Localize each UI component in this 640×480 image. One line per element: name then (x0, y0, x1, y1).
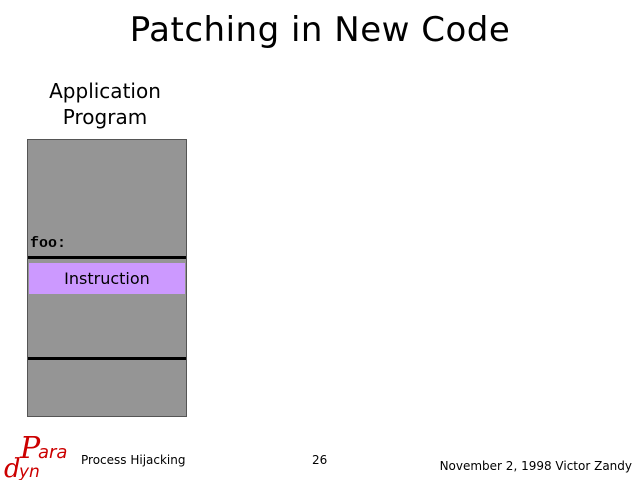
foo-divider (28, 256, 186, 259)
app-label-line2: Program (62, 105, 148, 129)
instruction-block: Instruction (29, 263, 185, 294)
paradyn-logo-icon: P ara d yn (4, 434, 67, 480)
footer-page-number: 26 (312, 453, 328, 467)
foo-label: foo: (30, 235, 67, 252)
application-program-box: foo: Instruction (27, 139, 187, 417)
end-divider (28, 357, 186, 360)
application-program-label: Application Program (30, 78, 180, 130)
svg-text:ara: ara (38, 442, 67, 463)
footer-presentation-title: Process Hijacking (81, 453, 186, 467)
svg-text:yn: yn (18, 462, 40, 480)
app-label-line1: Application (49, 79, 161, 103)
slide-title: Patching in New Code (129, 10, 511, 50)
footer-date-author: November 2, 1998 Victor Zandy (439, 459, 632, 473)
